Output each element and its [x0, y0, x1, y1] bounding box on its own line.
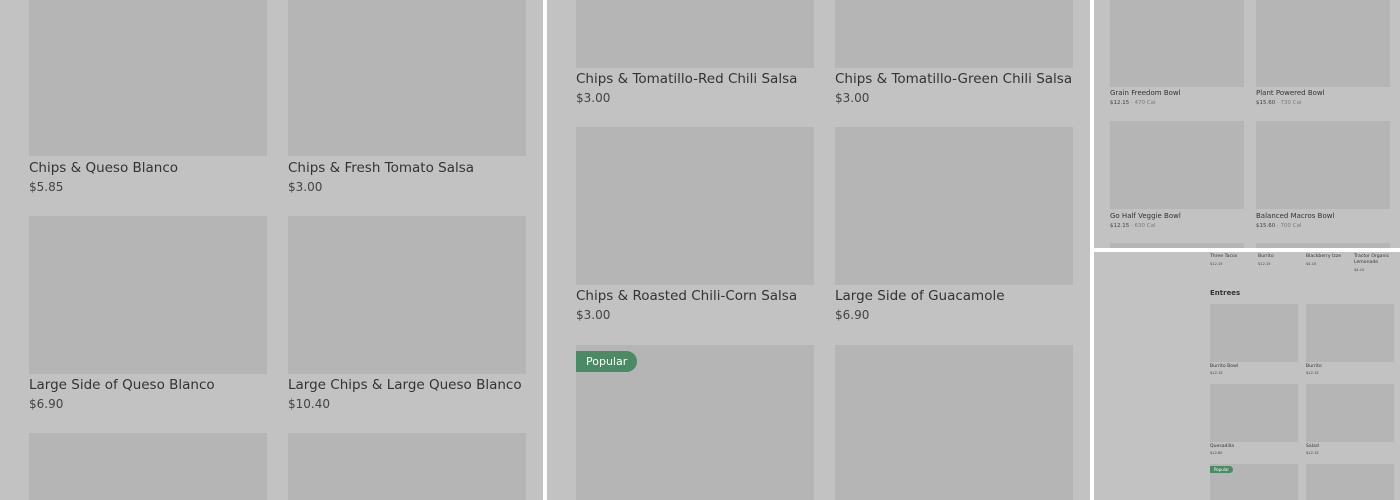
item-price: $12.85	[1210, 451, 1223, 455]
menu-panel-entrees: Three Tacos $12.15 Burrito $12.15 Blackb…	[1094, 252, 1400, 500]
item-name[interactable]: Chips & Fresh Tomato Salsa	[288, 160, 474, 176]
item-price: $12.15	[1306, 371, 1319, 375]
item-name[interactable]: Large Side of Guacamole	[835, 288, 1005, 304]
item-image[interactable]	[29, 216, 267, 374]
item-name[interactable]: Quesadilla	[1210, 444, 1234, 450]
item-calories: 630 Cal	[1134, 223, 1156, 229]
item-price: $12.15	[1210, 371, 1223, 375]
item-name[interactable]: Grain Freedom Bowl	[1110, 89, 1181, 97]
item-image[interactable]	[288, 0, 526, 156]
item-name[interactable]: Chips & Tomatillo-Green Chili Salsa	[835, 71, 1072, 87]
popular-badge: Popular	[1210, 466, 1233, 473]
item-image[interactable]	[835, 0, 1073, 68]
item-name[interactable]: Plant Powered Bowl	[1256, 89, 1325, 97]
item-image[interactable]	[1110, 121, 1244, 209]
item-price: $3.00	[288, 180, 323, 194]
item-image[interactable]	[29, 0, 267, 156]
item-calories: 700 Cal	[1280, 223, 1302, 229]
item-image[interactable]	[1210, 304, 1298, 362]
item-price: $12.15 · 630 Cal	[1110, 223, 1156, 229]
item-name[interactable]: Burrito Bowl	[1210, 364, 1238, 370]
item-image[interactable]	[1256, 243, 1390, 248]
item-image[interactable]	[288, 216, 526, 374]
item-price: $12.15	[1306, 451, 1319, 455]
popular-badge: Popular	[576, 351, 638, 372]
item-image[interactable]	[1256, 0, 1390, 87]
item-price: $3.00	[576, 308, 611, 322]
item-image[interactable]	[835, 345, 1073, 500]
item-price: $15.60 · 730 Cal	[1256, 100, 1302, 106]
item-name[interactable]: Chips & Roasted Chili-Corn Salsa	[576, 288, 797, 304]
item-image[interactable]	[576, 127, 814, 285]
item-image[interactable]	[1306, 384, 1394, 442]
item-price: $15.60 · 700 Cal	[1256, 223, 1302, 229]
item-name[interactable]: Large Side of Queso Blanco	[29, 377, 215, 393]
item-name[interactable]: Chips & Tomatillo-Red Chili Salsa	[576, 71, 797, 87]
item-price: $5.85	[29, 180, 64, 194]
item-price: $3.00	[576, 91, 611, 105]
item-price: $12.15	[1258, 262, 1271, 266]
item-image[interactable]	[1256, 121, 1390, 209]
menu-panel-sides: Chips & Queso Blanco $5.85 Chips & Fresh…	[0, 0, 543, 500]
item-name[interactable]: Three Tacos	[1210, 254, 1237, 260]
item-image[interactable]	[1306, 464, 1394, 500]
item-price: $4.15	[1354, 268, 1365, 272]
item-image[interactable]	[1210, 384, 1298, 442]
item-name[interactable]: Large Chips & Large Queso Blanco	[288, 377, 522, 393]
item-name[interactable]: Chips & Queso Blanco	[29, 160, 178, 176]
item-image[interactable]	[576, 0, 814, 68]
menu-panel-lifestyle-bowls: Grain Freedom Bowl $12.15 · 470 Cal Plan…	[1094, 0, 1400, 248]
section-title: Entrees	[1210, 289, 1241, 297]
item-image[interactable]	[835, 127, 1073, 285]
item-image[interactable]	[1306, 304, 1394, 362]
item-name[interactable]: Blackberry Izze	[1306, 254, 1341, 260]
item-price: $3.00	[835, 91, 870, 105]
item-price: $4.15	[1306, 262, 1317, 266]
item-name[interactable]: Burrito	[1258, 254, 1274, 260]
item-name[interactable]: Go Half Veggie Bowl	[1110, 212, 1181, 220]
item-price: $12.15	[1210, 262, 1223, 266]
item-name[interactable]: Burrito	[1306, 364, 1322, 370]
item-calories: 730 Cal	[1280, 100, 1302, 106]
item-image[interactable]	[1110, 0, 1244, 87]
item-image[interactable]	[1110, 243, 1244, 248]
item-price: $6.90	[29, 397, 64, 411]
item-name[interactable]: Tractor Organic Lemonade	[1354, 254, 1394, 265]
item-price: $6.90	[835, 308, 870, 322]
item-calories: 470 Cal	[1134, 100, 1156, 106]
item-price: $10.40	[288, 397, 330, 411]
item-price: $12.15 · 470 Cal	[1110, 100, 1156, 106]
item-name[interactable]: Salad	[1306, 444, 1319, 450]
item-name[interactable]: Balanced Macros Bowl	[1256, 212, 1334, 220]
item-image[interactable]	[288, 433, 526, 500]
menu-panel-salsas: Chips & Tomatillo-Red Chili Salsa $3.00 …	[547, 0, 1090, 500]
item-image[interactable]	[29, 433, 267, 500]
